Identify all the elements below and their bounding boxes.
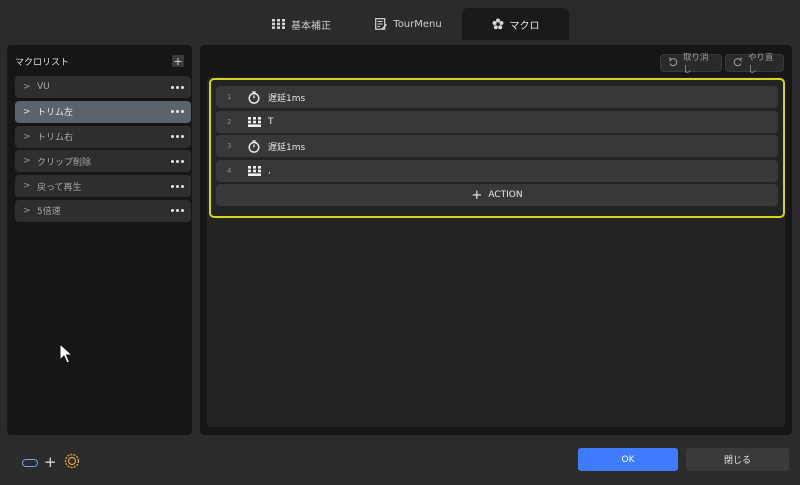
more-options-icon[interactable] (171, 85, 184, 89)
tab-basic-correction[interactable]: 基本補正 (248, 8, 355, 40)
action-text: T (268, 116, 274, 127)
keyboard-icon (246, 164, 262, 178)
action-row[interactable]: 2 T (216, 110, 778, 133)
tab-label: マクロ (509, 20, 540, 32)
macro-item-label: クリップ削除 (37, 157, 92, 168)
sidebar-header: マクロリスト + (15, 54, 184, 68)
more-options-icon[interactable] (171, 209, 184, 213)
action-number: 2 (227, 117, 232, 126)
undo-icon (668, 57, 678, 70)
macro-editor-panel: 取り消し やり直し 1 遅延1ms 2 T 3 遅延1ms 4 , + ACTI… (200, 45, 792, 435)
add-action-label: ACTION (488, 190, 523, 200)
grid-icon (272, 19, 285, 29)
plus-icon: + (471, 187, 483, 203)
more-options-icon[interactable] (171, 184, 184, 188)
action-row[interactable]: 3 遅延1ms (216, 135, 778, 157)
flower-icon (492, 18, 504, 30)
more-options-icon[interactable] (171, 135, 184, 139)
sidebar-title: マクロリスト (15, 57, 70, 68)
chevron-right-icon: > (23, 82, 31, 92)
mouse-cursor-icon (59, 342, 74, 368)
action-text: , (268, 165, 271, 176)
tab-label: 基本補正 (291, 20, 331, 32)
more-options-icon[interactable] (171, 110, 184, 114)
macro-item-label: 戻って再生 (37, 182, 82, 193)
chevron-right-icon: > (23, 156, 31, 167)
macro-list-panel: マクロリスト + > VU > トリム左 > トリム右 > クリップ削除 > 戻… (7, 45, 192, 435)
macro-item-label: 5倍速 (37, 207, 61, 218)
add-macro-button[interactable]: + (172, 55, 184, 67)
chevron-right-icon: > (23, 205, 31, 216)
action-text: 遅延1ms (268, 93, 306, 104)
chevron-right-icon: > (23, 181, 31, 192)
action-number: 4 (227, 166, 232, 175)
timer-icon (246, 139, 262, 153)
undo-label: 取り消し (683, 53, 709, 75)
macro-item[interactable]: > クリップ削除 (15, 150, 191, 173)
close-button[interactable]: 閉じる (686, 448, 789, 471)
settings-gear-icon[interactable] (63, 452, 81, 473)
chevron-right-icon: > (23, 106, 31, 117)
plus-icon: + (173, 54, 183, 68)
redo-icon (733, 57, 743, 70)
macro-item[interactable]: > VU (15, 76, 191, 98)
macro-list: > VU > トリム左 > トリム右 > クリップ削除 > 戻って再生 > 5倍… (15, 76, 191, 225)
plus-icon[interactable]: + (44, 455, 57, 470)
pill-icon[interactable] (22, 458, 38, 467)
tab-tourmenu[interactable]: TourMenu (355, 8, 462, 40)
macro-item-label: トリム右 (37, 133, 74, 144)
action-editor: 1 遅延1ms 2 T 3 遅延1ms 4 , + ACTION (207, 77, 785, 427)
tab-label: TourMenu (393, 18, 442, 30)
top-tab-bar: 基本補正 TourMenu マクロ (248, 8, 569, 40)
keyboard-icon (246, 115, 262, 129)
more-options-icon[interactable] (171, 159, 184, 163)
action-row[interactable]: 4 , (216, 159, 778, 182)
ok-button[interactable]: OK (578, 448, 678, 471)
action-text: 遅延1ms (268, 142, 306, 153)
tab-macro[interactable]: マクロ (462, 8, 569, 40)
redo-button[interactable]: やり直し (725, 53, 784, 75)
redo-label: やり直し (748, 53, 774, 75)
macro-item-label: VU (37, 82, 50, 92)
bottom-toolbar: + (22, 452, 81, 473)
add-action-button[interactable]: + ACTION (216, 184, 778, 206)
action-row[interactable]: 1 遅延1ms (216, 86, 778, 108)
action-list-frame: 1 遅延1ms 2 T 3 遅延1ms 4 , + ACTION (209, 78, 785, 218)
macro-item[interactable]: > トリム右 (15, 125, 191, 148)
edit-list-icon (375, 18, 388, 30)
macro-item-label: トリム左 (37, 108, 74, 119)
macro-item[interactable]: > トリム左 (15, 100, 191, 123)
macro-item[interactable]: > 5倍速 (15, 199, 191, 222)
timer-icon (246, 90, 262, 104)
macro-item[interactable]: > 戻って再生 (15, 175, 191, 198)
action-list: 1 遅延1ms 2 T 3 遅延1ms 4 , + ACTION (216, 86, 778, 206)
action-number: 1 (227, 93, 232, 101)
undo-button[interactable]: 取り消し (660, 53, 722, 75)
chevron-right-icon: > (23, 131, 31, 142)
action-number: 3 (227, 142, 232, 150)
